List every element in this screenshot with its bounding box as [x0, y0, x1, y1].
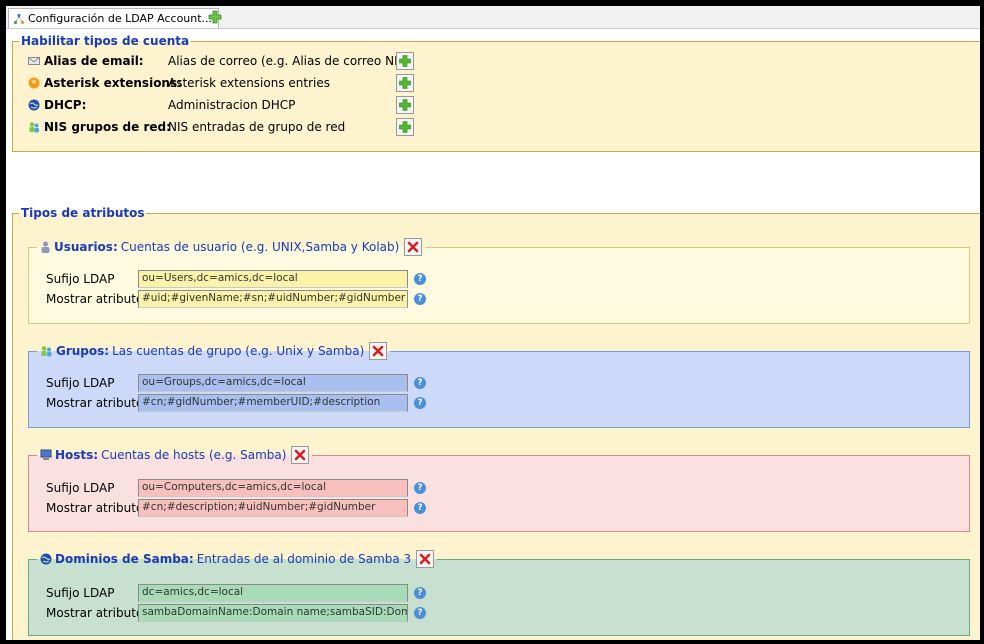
attributes-label: Mostrar atributos — [46, 396, 150, 410]
mail-icon — [28, 57, 40, 65]
plus-icon — [399, 99, 411, 111]
delete-section-button[interactable] — [369, 342, 388, 360]
suffix-label: Sufijo LDAP — [46, 272, 115, 286]
suffix-label: Sufijo LDAP — [46, 376, 115, 390]
suffix-row: Sufijo LDAP ou=Users,dc=amics,dc=local ? — [46, 270, 426, 288]
close-icon — [295, 449, 306, 461]
help-icon[interactable]: ? — [414, 377, 426, 389]
suffix-input[interactable]: ou=Users,dc=amics,dc=local — [138, 270, 408, 288]
suffix-row: Sufijo LDAP ou=Computers,dc=amics,dc=loc… — [46, 479, 426, 497]
attributes-label: Mostrar atributos — [46, 292, 150, 306]
account-type-row: Alias de email: Alias de correo (e.g. Al… — [28, 52, 414, 70]
main-frame: Configuración de LDAP Account... Habilit… — [6, 6, 980, 640]
help-icon[interactable]: ? — [414, 293, 426, 305]
attributes-input[interactable]: #cn;#description;#uidNumber;#gidNumber — [138, 499, 408, 517]
delete-section-button[interactable] — [291, 446, 310, 464]
suffix-input[interactable]: dc=amics,dc=local — [138, 584, 408, 602]
suffix-input[interactable]: ou=Computers,dc=amics,dc=local — [138, 479, 408, 497]
tab-ldap-config[interactable]: Configuración de LDAP Account... — [8, 8, 220, 28]
close-icon — [408, 241, 419, 253]
section-title: Hosts: — [55, 448, 99, 462]
add-account-type-button[interactable] — [396, 96, 414, 114]
svg-text:*: * — [32, 79, 37, 90]
attributes-input[interactable]: #uid;#givenName;#sn;#uidNumber;#gidNumbe… — [138, 290, 408, 308]
add-tab-icon[interactable] — [208, 10, 222, 24]
section-title: Usuarios: — [54, 240, 118, 254]
computer-icon — [40, 449, 52, 460]
account-type-name: Asterisk extensions: — [44, 76, 182, 90]
add-account-type-button[interactable] — [396, 74, 414, 92]
attributes-row: Mostrar atributos sambaDomainName:Domain… — [46, 604, 426, 622]
suffix-label: Sufijo LDAP — [46, 586, 115, 600]
add-account-type-button[interactable] — [396, 52, 414, 70]
help-icon[interactable]: ? — [414, 397, 426, 409]
close-icon — [419, 553, 431, 565]
tree-icon — [13, 13, 25, 24]
plus-icon — [399, 121, 411, 133]
globe-icon — [40, 553, 52, 565]
plus-icon — [399, 77, 411, 89]
add-account-type-button[interactable] — [396, 118, 414, 136]
attributes-label: Mostrar atributos — [46, 606, 150, 620]
help-icon[interactable]: ? — [414, 587, 426, 599]
user-icon — [41, 241, 50, 253]
section-title: Grupos: — [56, 344, 110, 358]
enable-account-types-legend: Habilitar tipos de cuenta — [21, 34, 190, 48]
tab-bar: Configuración de LDAP Account... — [6, 6, 980, 29]
account-type-desc: NIS entradas de grupo de red — [168, 120, 346, 134]
account-type-desc: Asterisk extensions entries — [168, 76, 330, 90]
account-type-row: NIS grupos de red: NIS entradas de grupo… — [28, 118, 414, 136]
help-icon[interactable]: ? — [414, 502, 426, 514]
account-type-name: NIS grupos de red: — [44, 120, 171, 134]
close-icon — [372, 345, 384, 357]
attributes-row: Mostrar atributos #cn;#gidNumber;#member… — [46, 394, 426, 412]
account-type-row: * Asterisk extensions: Asterisk extensio… — [28, 74, 414, 92]
plus-icon — [399, 55, 411, 67]
section-subtitle: Cuentas de hosts (e.g. Samba) — [101, 448, 287, 462]
section-subtitle: Entradas de al dominio de Samba 3 — [196, 552, 412, 566]
suffix-row: Sufijo LDAP ou=Groups,dc=amics,dc=local … — [46, 374, 426, 392]
attributes-label: Mostrar atributos — [46, 501, 150, 515]
globe-icon — [28, 99, 40, 111]
account-type-desc: Alias de correo (e.g. Alias de correo NI… — [168, 54, 410, 68]
suffix-input[interactable]: ou=Groups,dc=amics,dc=local — [138, 374, 408, 392]
delete-section-button[interactable] — [404, 238, 423, 256]
attributes-row: Mostrar atributos #cn;#description;#uidN… — [46, 499, 426, 517]
help-icon[interactable]: ? — [414, 607, 426, 619]
attributes-row: Mostrar atributos #uid;#givenName;#sn;#u… — [46, 290, 426, 308]
suffix-label: Sufijo LDAP — [46, 481, 115, 495]
suffix-row: Sufijo LDAP dc=amics,dc=local ? — [46, 584, 426, 602]
delete-section-button[interactable] — [416, 550, 435, 568]
group-icon — [41, 346, 52, 357]
tab-title: Configuración de LDAP Account... — [28, 12, 213, 25]
account-type-name: Alias de email: — [44, 54, 144, 68]
attributes-input[interactable]: #cn;#gidNumber;#memberUID;#description — [138, 394, 408, 412]
account-type-row: DHCP: Administracion DHCP — [28, 96, 414, 114]
group-icon — [29, 122, 39, 133]
attribute-types-legend: Tipos de atributos — [21, 206, 145, 220]
asterisk-icon: * — [28, 77, 40, 89]
account-type-desc: Administracion DHCP — [168, 98, 296, 112]
section-subtitle: Cuentas de usuario (e.g. UNIX,Samba y Ko… — [120, 240, 400, 254]
section-subtitle: Las cuentas de grupo (e.g. Unix y Samba) — [112, 344, 365, 358]
attributes-input[interactable]: sambaDomainName:Domain name;sambaSID:Dom… — [138, 604, 408, 622]
account-type-name: DHCP: — [44, 98, 87, 112]
help-icon[interactable]: ? — [414, 273, 426, 285]
help-icon[interactable]: ? — [414, 482, 426, 494]
section-title: Dominios de Samba: — [55, 552, 194, 566]
